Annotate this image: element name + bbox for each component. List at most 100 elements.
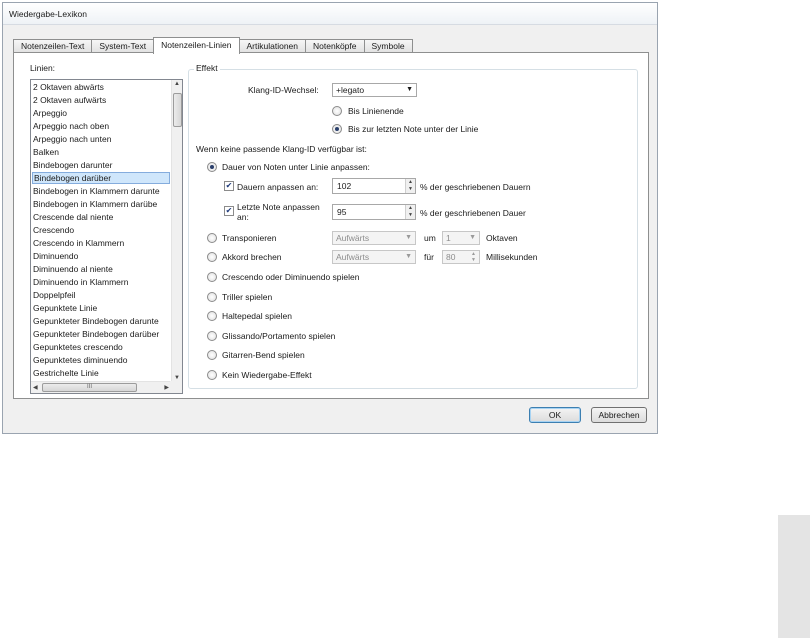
tab-2[interactable]: Notenzeilen-Linien xyxy=(153,37,240,54)
list-item[interactable]: Arpeggio nach unten xyxy=(33,133,111,145)
ok-button[interactable]: OK xyxy=(529,407,581,423)
milliseconds-spinbox[interactable]: 80 ▲ ▼ xyxy=(442,250,480,264)
radio-triller[interactable] xyxy=(207,292,217,302)
list-item[interactable]: Diminuendo xyxy=(33,250,78,262)
letzte-note-label-2: an: xyxy=(237,212,249,222)
list-item[interactable]: Diminuendo in Klammern xyxy=(33,276,128,288)
scroll-up-arrow-icon[interactable]: ▲ xyxy=(174,81,180,87)
chevron-down-icon: ▼ xyxy=(405,253,412,260)
vertical-scrollbar[interactable]: ▲ ▼ xyxy=(171,80,182,382)
horizontal-scrollbar[interactable]: ◀ III ▶ xyxy=(31,381,171,393)
radio-kein-effekt-label: Kein Wiedergabe-Effekt xyxy=(222,370,312,380)
um-label: um xyxy=(424,233,436,243)
vertical-scroll-thumb[interactable] xyxy=(173,93,182,127)
transponieren-direction-select[interactable]: Aufwärts ▼ xyxy=(332,231,416,245)
list-item[interactable]: Gestrichelte Linie xyxy=(33,367,99,379)
list-item[interactable]: Gepunktetes diminuendo xyxy=(33,354,128,366)
list-item[interactable]: Crescendo xyxy=(33,224,74,236)
list-item[interactable]: Crescende dal niente xyxy=(33,211,113,223)
tab-0[interactable]: Notenzeilen-Text xyxy=(13,39,93,53)
list-item[interactable]: Gepunktetes crescendo xyxy=(33,341,123,353)
list-item[interactable]: Crescendo in Klammern xyxy=(33,237,124,249)
letzte-note-value: 95 xyxy=(337,207,347,217)
letzte-note-spinbox[interactable]: 95 ▲ ▼ xyxy=(332,204,416,220)
oktaven-value: 1 xyxy=(446,233,451,243)
radio-akkord-brechen-label: Akkord brechen xyxy=(222,252,282,262)
radio-akkord-brechen[interactable] xyxy=(207,252,217,262)
list-item[interactable]: Bindebogen darunter xyxy=(33,159,112,171)
chevron-down-icon: ▼ xyxy=(469,234,476,241)
scroll-corner xyxy=(170,381,182,393)
tab-strip: Notenzeilen-Text System-Text Notenzeilen-L… xyxy=(13,37,413,54)
milliseconds-value: 80 xyxy=(446,252,456,262)
list-item[interactable]: Arpeggio nach oben xyxy=(33,120,109,132)
cancel-button[interactable]: Abbrechen xyxy=(591,407,647,423)
radio-glissando[interactable] xyxy=(207,331,217,341)
chevron-down-icon: ▼ xyxy=(406,86,413,93)
dialog-window: Wiedergabe-Lexikon Notenzeilen-Text Syste… xyxy=(2,2,658,434)
checkbox-dauern-anpassen[interactable]: ✔ xyxy=(224,181,234,191)
tab-5[interactable]: Symbole xyxy=(363,39,413,53)
chevron-down-icon: ▼ xyxy=(405,234,412,241)
klang-id-label: Klang-ID-Wechsel: xyxy=(248,85,319,95)
dauern-value: 102 xyxy=(337,181,352,191)
radio-crescendo[interactable] xyxy=(207,272,217,282)
checkbox-letzte-note[interactable]: ✔ xyxy=(224,206,234,216)
list-item[interactable]: 2 Oktaven abwärts xyxy=(33,81,104,93)
scroll-grip-icon: III xyxy=(86,384,92,390)
spin-arrows-icon[interactable]: ▲ ▼ xyxy=(405,205,415,219)
scroll-left-arrow-icon[interactable]: ◀ xyxy=(33,384,38,391)
effect-groupbox xyxy=(188,69,638,389)
transponieren-direction-value: Aufwärts xyxy=(336,233,370,243)
tab-3[interactable]: Artikulationen xyxy=(238,39,307,53)
tab-1[interactable]: System-Text xyxy=(91,39,155,53)
radio-transponieren[interactable] xyxy=(207,233,217,243)
radio-gitarren-bend[interactable] xyxy=(207,350,217,360)
list-item[interactable]: 2 Oktaven aufwärts xyxy=(33,94,106,106)
checkmark-icon: ✔ xyxy=(225,181,233,190)
letzte-note-unit: % der geschriebenen Dauer xyxy=(420,208,526,218)
list-item[interactable]: Balken xyxy=(33,146,59,158)
radio-gitarren-bend-label: Gitarren-Bend spielen xyxy=(222,350,305,360)
lines-listbox[interactable]: Gestrichelte Linie Gepunktetes diminuendo… xyxy=(30,79,183,394)
radio-dauer-anpassen[interactable] xyxy=(207,162,217,172)
list-item[interactable]: Gepunktete Linie xyxy=(33,302,97,314)
list-item[interactable]: Bindebogen in Klammern darunte xyxy=(33,185,160,197)
window-title: Wiedergabe-Lexikon xyxy=(9,9,87,19)
radio-bis-linienende-label: Bis Linienende xyxy=(348,106,404,116)
list-item[interactable]: Bindebogen in Klammern darübe xyxy=(33,198,157,210)
list-item[interactable]: Doppelpfeil xyxy=(33,289,76,301)
milliseconds-label: Millisekunden xyxy=(486,252,538,262)
page-thumb-tab xyxy=(778,515,810,638)
spin-arrows-icon[interactable]: ▲ ▼ xyxy=(405,179,415,193)
list-item[interactable]: Gepunkteter Bindebogen darüber xyxy=(33,328,159,340)
klang-id-value: +legato xyxy=(336,85,365,95)
radio-bis-linienende[interactable] xyxy=(332,106,342,116)
klang-id-select[interactable]: +legato ▼ xyxy=(332,83,417,97)
radio-kein-effekt[interactable] xyxy=(207,370,217,380)
horizontal-scroll-thumb[interactable]: III xyxy=(42,383,137,392)
radio-triller-label: Triller spielen xyxy=(222,292,273,302)
tab-4[interactable]: Notenköpfe xyxy=(305,39,365,53)
list-item[interactable]: Arpeggio xyxy=(33,107,67,119)
list-item[interactable]: Diminuendo al niente xyxy=(33,263,113,275)
radio-haltepedal-label: Haltepedal spielen xyxy=(222,311,292,321)
radio-bis-letzten-note[interactable] xyxy=(332,124,342,134)
oktaven-select[interactable]: 1 ▼ xyxy=(442,231,480,245)
fallback-heading: Wenn keine passende Klang-ID verfügbar i… xyxy=(196,144,367,154)
list-item[interactable]: Bindebogen darüber xyxy=(32,172,170,184)
title-bar: Wiedergabe-Lexikon xyxy=(3,3,657,25)
dauern-unit: % der geschriebenen Dauern xyxy=(420,182,531,192)
scroll-right-arrow-icon[interactable]: ▶ xyxy=(164,384,169,391)
radio-haltepedal[interactable] xyxy=(207,311,217,321)
radio-bis-letzten-note-label: Bis zur letzten Note unter der Linie xyxy=(348,124,479,134)
tab-panel: Linien: Gestrichelte Linie Gepunktetes di… xyxy=(13,52,649,399)
list-item[interactable]: Gepunkteter Bindebogen darunte xyxy=(33,315,159,327)
akkord-direction-value: Aufwärts xyxy=(336,252,370,262)
radio-dauer-anpassen-label: Dauer von Noten unter Linie anpassen: xyxy=(222,162,370,172)
spin-arrows-icon: ▲ ▼ xyxy=(471,251,476,263)
fuer-label: für xyxy=(424,252,434,262)
lines-label: Linien: xyxy=(30,63,56,73)
dauern-spinbox[interactable]: 102 ▲ ▼ xyxy=(332,178,416,194)
akkord-direction-select[interactable]: Aufwärts ▼ xyxy=(332,250,416,264)
